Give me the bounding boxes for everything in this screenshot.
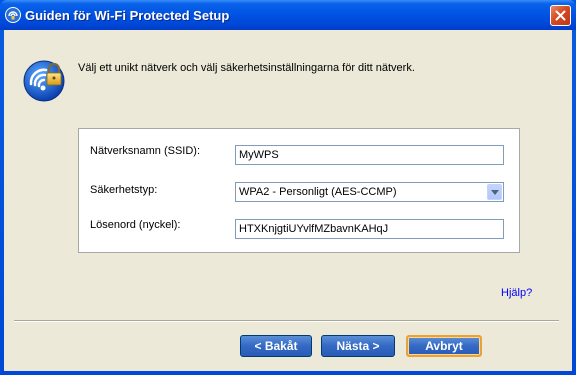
wps-icon bbox=[5, 7, 21, 23]
wizard-content: Välj ett unikt nätverk och välj säkerhet… bbox=[4, 30, 572, 371]
divider bbox=[14, 320, 559, 322]
password-label: Lösenord (nyckel): bbox=[90, 219, 181, 231]
password-input[interactable] bbox=[235, 219, 504, 239]
next-button-label: Nästa > bbox=[336, 339, 380, 353]
close-button[interactable] bbox=[550, 5, 571, 26]
cancel-button[interactable]: Avbryt bbox=[406, 335, 482, 357]
ssid-input[interactable] bbox=[235, 145, 504, 165]
network-settings-panel: Nätverksnamn (SSID): Säkerhetstyp: WPA2 … bbox=[78, 128, 520, 253]
dropdown-button[interactable] bbox=[487, 184, 502, 200]
wifi-lock-icon bbox=[23, 60, 65, 102]
chevron-down-icon bbox=[491, 190, 499, 195]
security-type-label: Säkerhetstyp: bbox=[90, 184, 158, 196]
title-bar[interactable]: Guiden för Wi-Fi Protected Setup bbox=[0, 0, 576, 30]
ssid-label: Nätverksnamn (SSID): bbox=[90, 145, 201, 157]
close-icon bbox=[555, 10, 566, 21]
back-button-label: < Bakåt bbox=[254, 339, 298, 353]
cancel-button-label: Avbryt bbox=[425, 339, 463, 353]
next-button[interactable]: Nästa > bbox=[321, 335, 395, 357]
back-button[interactable]: < Bakåt bbox=[240, 335, 312, 357]
wizard-window: Guiden för Wi-Fi Protected Setup Välj et… bbox=[0, 0, 576, 375]
security-type-value: WPA2 - Personligt (AES-CCMP) bbox=[239, 186, 397, 198]
instruction-text: Välj ett unikt nätverk och välj säkerhet… bbox=[78, 62, 415, 74]
help-link[interactable]: Hjälp? bbox=[501, 287, 532, 299]
window-title: Guiden för Wi-Fi Protected Setup bbox=[25, 8, 230, 23]
security-type-select[interactable]: WPA2 - Personligt (AES-CCMP) bbox=[235, 182, 504, 202]
window-bottom-border bbox=[0, 371, 576, 375]
